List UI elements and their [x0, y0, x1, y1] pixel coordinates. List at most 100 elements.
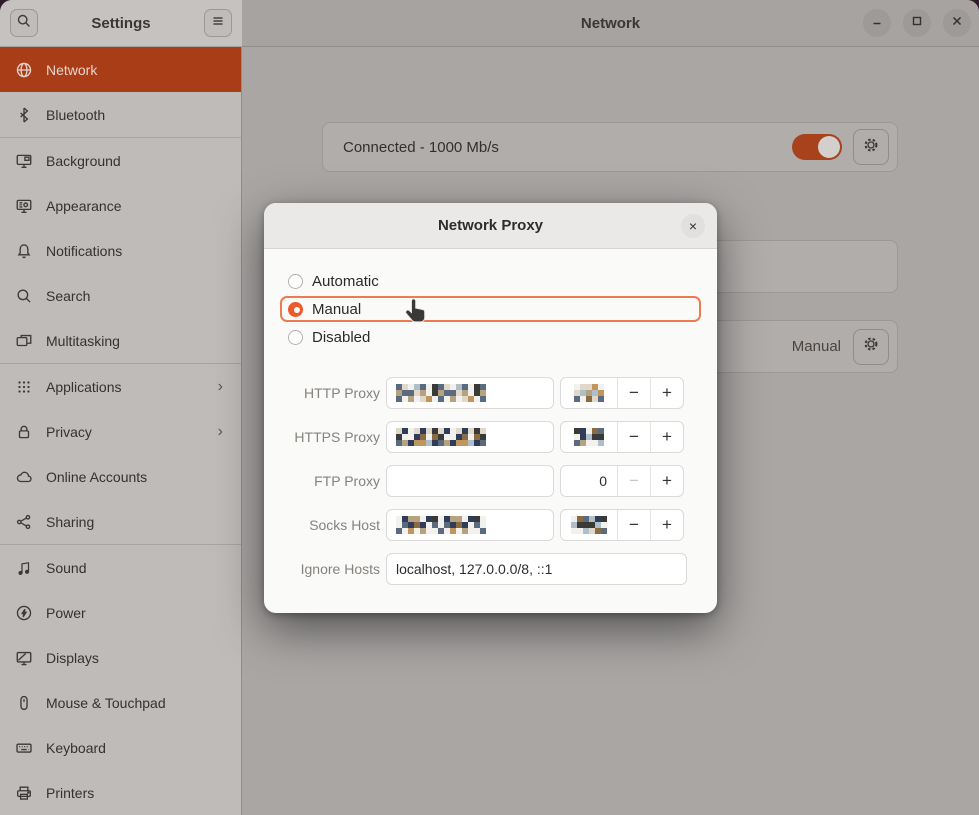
sidebar-item-bluetooth[interactable]: Bluetooth ›	[0, 92, 241, 137]
wired-connection-card[interactable]: Connected - 1000 Mb/s	[322, 122, 898, 172]
https-proxy-input[interactable]	[386, 421, 554, 453]
sidebar-item-label: Search	[46, 288, 227, 304]
socks-host-row: Socks Host − +	[280, 509, 701, 541]
radio-row-automatic[interactable]: Automatic	[280, 268, 701, 294]
radio-row-disabled[interactable]: Disabled	[280, 324, 701, 350]
ignore-hosts-input[interactable]: localhost, 127.0.0.0/8, ::1	[386, 553, 687, 585]
sidebar: Network › Bluetooth › Background › Appea…	[0, 47, 242, 815]
redacted-port-value	[574, 428, 604, 446]
sidebar-item-search[interactable]: Search ›	[0, 273, 241, 318]
sidebar-item-label: Applications	[46, 379, 206, 395]
window-controls	[863, 9, 971, 37]
chevron-right-icon: ›	[218, 423, 227, 441]
sidebar-item-label: Privacy	[46, 424, 206, 440]
privacy-icon	[14, 422, 34, 442]
sharing-icon	[14, 512, 34, 532]
mouse-icon	[14, 693, 34, 713]
sidebar-item-label: Background	[46, 153, 227, 169]
ftp-proxy-row: FTP Proxy 0 − +	[280, 465, 701, 497]
increment-button[interactable]: +	[650, 378, 683, 408]
ignore-hosts-row: Ignore Hosts localhost, 127.0.0.0/8, ::1	[280, 553, 701, 585]
https-port-value[interactable]	[561, 422, 617, 452]
ignore-hosts-value: localhost, 127.0.0.0/8, ::1	[396, 561, 552, 577]
search-icon	[16, 13, 32, 34]
ftp-port-value[interactable]: 0	[561, 466, 617, 496]
sidebar-item-label: Mouse & Touchpad	[46, 695, 227, 711]
decrement-button[interactable]: −	[617, 510, 650, 540]
sidebar-item-label: Sound	[46, 560, 227, 576]
decrement-button[interactable]: −	[617, 378, 650, 408]
sound-icon	[14, 558, 34, 578]
sidebar-item-displays[interactable]: Displays ›	[0, 635, 241, 680]
sidebar-item-label: Online Accounts	[46, 469, 227, 485]
proxy-mode-radios: Automatic Manual Disabled	[280, 268, 701, 350]
wired-toggle[interactable]	[792, 134, 842, 160]
radio-label: Automatic	[312, 273, 379, 290]
ignore-hosts-label: Ignore Hosts	[280, 561, 380, 577]
hamburger-icon	[210, 13, 226, 34]
sidebar-item-appearance[interactable]: Appearance ›	[0, 183, 241, 228]
decrement-button-disabled: −	[617, 466, 650, 496]
wired-status-text: Connected - 1000 Mb/s	[343, 139, 792, 156]
sidebar-item-background[interactable]: Background ›	[0, 138, 241, 183]
minimize-button[interactable]	[863, 9, 891, 37]
maximize-button[interactable]	[903, 9, 931, 37]
redacted-port-value	[571, 516, 607, 534]
sidebar-item-privacy[interactable]: Privacy ›	[0, 409, 241, 454]
sidebar-item-label: Bluetooth	[46, 107, 227, 123]
search-button[interactable]	[10, 9, 38, 37]
sidebar-item-label: Power	[46, 605, 227, 621]
dialog-close-button[interactable]: ×	[681, 214, 705, 238]
applications-icon	[14, 377, 34, 397]
proxy-settings-button[interactable]	[853, 329, 889, 365]
minimize-icon	[870, 14, 884, 33]
power-icon	[14, 603, 34, 623]
radio-label: Manual	[312, 301, 361, 318]
radio-checked-icon[interactable]	[288, 302, 303, 317]
increment-button[interactable]: +	[650, 510, 683, 540]
proxy-mode-value: Manual	[792, 338, 841, 355]
chevron-right-icon: ›	[218, 378, 227, 396]
sidebar-item-label: Printers	[46, 785, 227, 801]
menu-button[interactable]	[204, 9, 232, 37]
increment-button[interactable]: +	[650, 466, 683, 496]
sidebar-item-network[interactable]: Network ›	[0, 47, 241, 92]
close-icon: ×	[689, 219, 697, 233]
settings-window: Settings Network Network ›	[0, 0, 979, 815]
ftp-proxy-input[interactable]	[386, 465, 554, 497]
radio-row-manual[interactable]: Manual	[280, 296, 701, 322]
increment-button[interactable]: +	[650, 422, 683, 452]
sidebar-item-mouse-touchpad[interactable]: Mouse & Touchpad ›	[0, 680, 241, 725]
close-icon	[950, 14, 964, 33]
sidebar-item-applications[interactable]: Applications ›	[0, 364, 241, 409]
notifications-icon	[14, 241, 34, 261]
sidebar-item-label: Network	[46, 62, 227, 78]
sidebar-item-power[interactable]: Power ›	[0, 590, 241, 635]
http-port-value[interactable]	[561, 378, 617, 408]
decrement-button[interactable]: −	[617, 422, 650, 452]
https-proxy-label: HTTPS Proxy	[280, 429, 380, 445]
close-window-button[interactable]	[943, 9, 971, 37]
sidebar-item-label: Sharing	[46, 514, 227, 530]
sidebar-item-printers[interactable]: Printers ›	[0, 770, 241, 815]
socks-host-input[interactable]	[386, 509, 554, 541]
sidebar-item-sharing[interactable]: Sharing ›	[0, 499, 241, 544]
https-port-spinner: − +	[560, 421, 684, 453]
http-port-spinner: − +	[560, 377, 684, 409]
printers-icon	[14, 783, 34, 803]
wired-settings-button[interactable]	[853, 129, 889, 165]
right-headerbar: Network	[242, 0, 979, 47]
sidebar-item-multitasking[interactable]: Multitasking ›	[0, 318, 241, 363]
sidebar-item-sound[interactable]: Sound ›	[0, 545, 241, 590]
socks-port-spinner: − +	[560, 509, 684, 541]
left-title: Settings	[91, 15, 150, 32]
radio-label: Disabled	[312, 329, 370, 346]
http-proxy-input[interactable]	[386, 377, 554, 409]
sidebar-item-notifications[interactable]: Notifications ›	[0, 228, 241, 273]
radio-icon[interactable]	[288, 330, 303, 345]
sidebar-item-keyboard[interactable]: Keyboard ›	[0, 725, 241, 770]
https-proxy-row: HTTPS Proxy − +	[280, 421, 701, 453]
socks-port-value[interactable]	[561, 510, 617, 540]
radio-icon[interactable]	[288, 274, 303, 289]
sidebar-item-online-accounts[interactable]: Online Accounts ›	[0, 454, 241, 499]
